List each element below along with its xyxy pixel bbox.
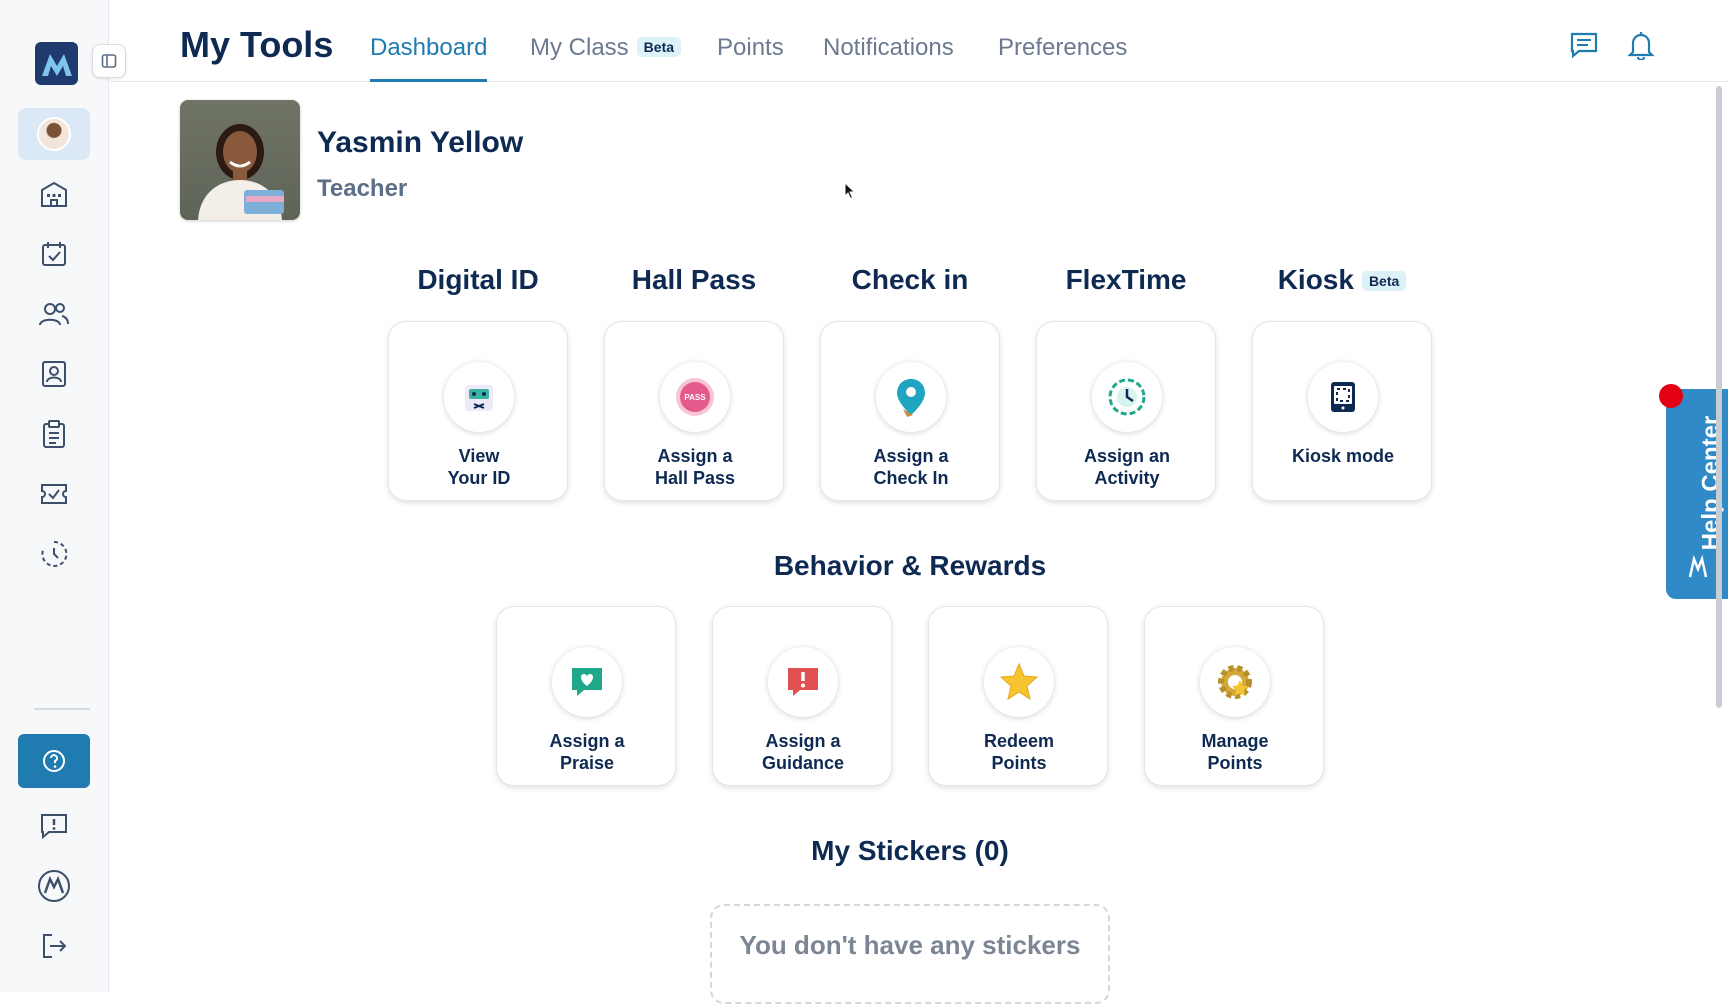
assign-check-in-card[interactable]: Assign a Check In [820, 321, 1000, 501]
users-icon [39, 303, 69, 326]
sidebar-item-students[interactable] [18, 288, 90, 340]
calendar-check-icon [42, 242, 66, 266]
page-title: My Tools [180, 24, 334, 65]
pass-text: PASS [684, 393, 706, 402]
assign-guidance-card[interactable]: Assign a Guidance [712, 606, 892, 786]
flextime-icon [41, 540, 68, 567]
tab-preferences[interactable]: Preferences [998, 34, 1127, 82]
id-card-icon [42, 361, 66, 387]
school-icon [41, 181, 67, 207]
messages-icon[interactable] [1567, 28, 1601, 62]
assign-check-in-label: Assign a Check In [873, 446, 949, 488]
redeem-points-label: Redeem Points [983, 731, 1055, 773]
top-navigation: My Tools Dashboard My Class Beta Points N… [110, 0, 1728, 82]
praise-heart-icon [552, 647, 622, 717]
profile-photo [180, 100, 300, 220]
sidebar [0, 0, 126, 992]
section-flextime: FlexTime [1065, 264, 1187, 295]
sidebar-item-logout[interactable] [18, 920, 90, 972]
tab-notifications[interactable]: Notifications [823, 34, 954, 82]
logout-icon [43, 934, 67, 958]
sidebar-item-id[interactable] [18, 348, 90, 400]
assign-praise-card[interactable]: Assign a Praise [496, 606, 676, 786]
section-check-in: Check in [851, 264, 969, 295]
sidebar-divider [34, 708, 90, 710]
gear-star-icon [1200, 647, 1270, 717]
help-button[interactable] [18, 734, 90, 788]
sidebar-item-reports[interactable] [18, 408, 90, 460]
sidebar-item-feedback[interactable] [18, 800, 90, 852]
tab-dashboard[interactable]: Dashboard [370, 34, 488, 82]
flextime-activity-icon [1092, 362, 1162, 432]
assign-hall-pass-card[interactable]: PASS Assign a Hall Pass [604, 321, 784, 501]
kiosk-mode-label: Kiosk mode [1291, 446, 1395, 466]
section-kiosk-label: Kiosk [1277, 264, 1354, 295]
section-digital-id: Digital ID [417, 264, 539, 295]
tab-my-class-label: My Class [530, 34, 629, 61]
location-pin-icon [876, 362, 946, 432]
feedback-icon [41, 814, 67, 840]
assign-guidance-label: Assign a Guidance [761, 731, 845, 773]
section-behavior-rewards: Behavior & Rewards [773, 550, 1047, 581]
manage-points-label: Manage Points [1201, 731, 1269, 773]
assign-praise-label: Assign a Praise [549, 731, 625, 773]
mouse-cursor-icon [844, 182, 856, 200]
sidebar-item-about[interactable] [18, 860, 90, 912]
clipboard-icon [43, 420, 65, 448]
sidebar-item-school[interactable] [18, 168, 90, 220]
assign-hall-pass-label: Assign a Hall Pass [654, 446, 736, 488]
bell-icon[interactable] [1624, 28, 1658, 62]
digital-id-icon [444, 362, 514, 432]
stickers-empty-state: You don't have any stickers [710, 904, 1110, 1004]
beta-badge: Beta [636, 37, 682, 57]
collapse-sidebar-icon[interactable] [92, 44, 126, 78]
profile-name: Yasmin Yellow [317, 126, 524, 159]
redeem-points-card[interactable]: Redeem Points [928, 606, 1108, 786]
sidebar-item-profile[interactable] [18, 108, 90, 160]
hall-pass-icon: PASS [660, 362, 730, 432]
profile-role: Teacher [317, 175, 408, 202]
section-kiosk: Kiosk Beta [1252, 264, 1432, 296]
beta-badge: Beta [1361, 271, 1407, 291]
question-icon [43, 750, 65, 772]
avatar [37, 117, 71, 151]
brand-mini-icon [1688, 555, 1708, 578]
scrollbar[interactable] [1716, 86, 1722, 708]
app-logo[interactable] [35, 42, 78, 85]
section-my-stickers: My Stickers (0) [811, 835, 1009, 866]
tab-my-class[interactable]: My Class Beta [530, 34, 682, 82]
view-id-label: View Your ID [447, 446, 511, 488]
stickers-empty-text: You don't have any stickers [739, 930, 1081, 960]
ticket-check-icon [41, 484, 67, 504]
kiosk-mode-card[interactable]: Kiosk mode [1252, 321, 1432, 501]
star-icon [984, 647, 1054, 717]
sidebar-item-passes[interactable] [18, 468, 90, 520]
manage-points-card[interactable]: Manage Points [1144, 606, 1324, 786]
kiosk-icon [1308, 362, 1378, 432]
guidance-alert-icon [768, 647, 838, 717]
assign-activity-label: Assign an Activity [1083, 446, 1171, 488]
sidebar-item-flextime[interactable] [18, 528, 90, 580]
sidebar-item-attendance[interactable] [18, 228, 90, 280]
notification-dot [1659, 384, 1683, 408]
brand-circle-icon [38, 870, 70, 902]
section-hall-pass: Hall Pass [631, 264, 757, 295]
assign-activity-card[interactable]: Assign an Activity [1036, 321, 1216, 501]
view-id-card[interactable]: View Your ID [388, 321, 568, 501]
tab-points[interactable]: Points [717, 34, 784, 82]
